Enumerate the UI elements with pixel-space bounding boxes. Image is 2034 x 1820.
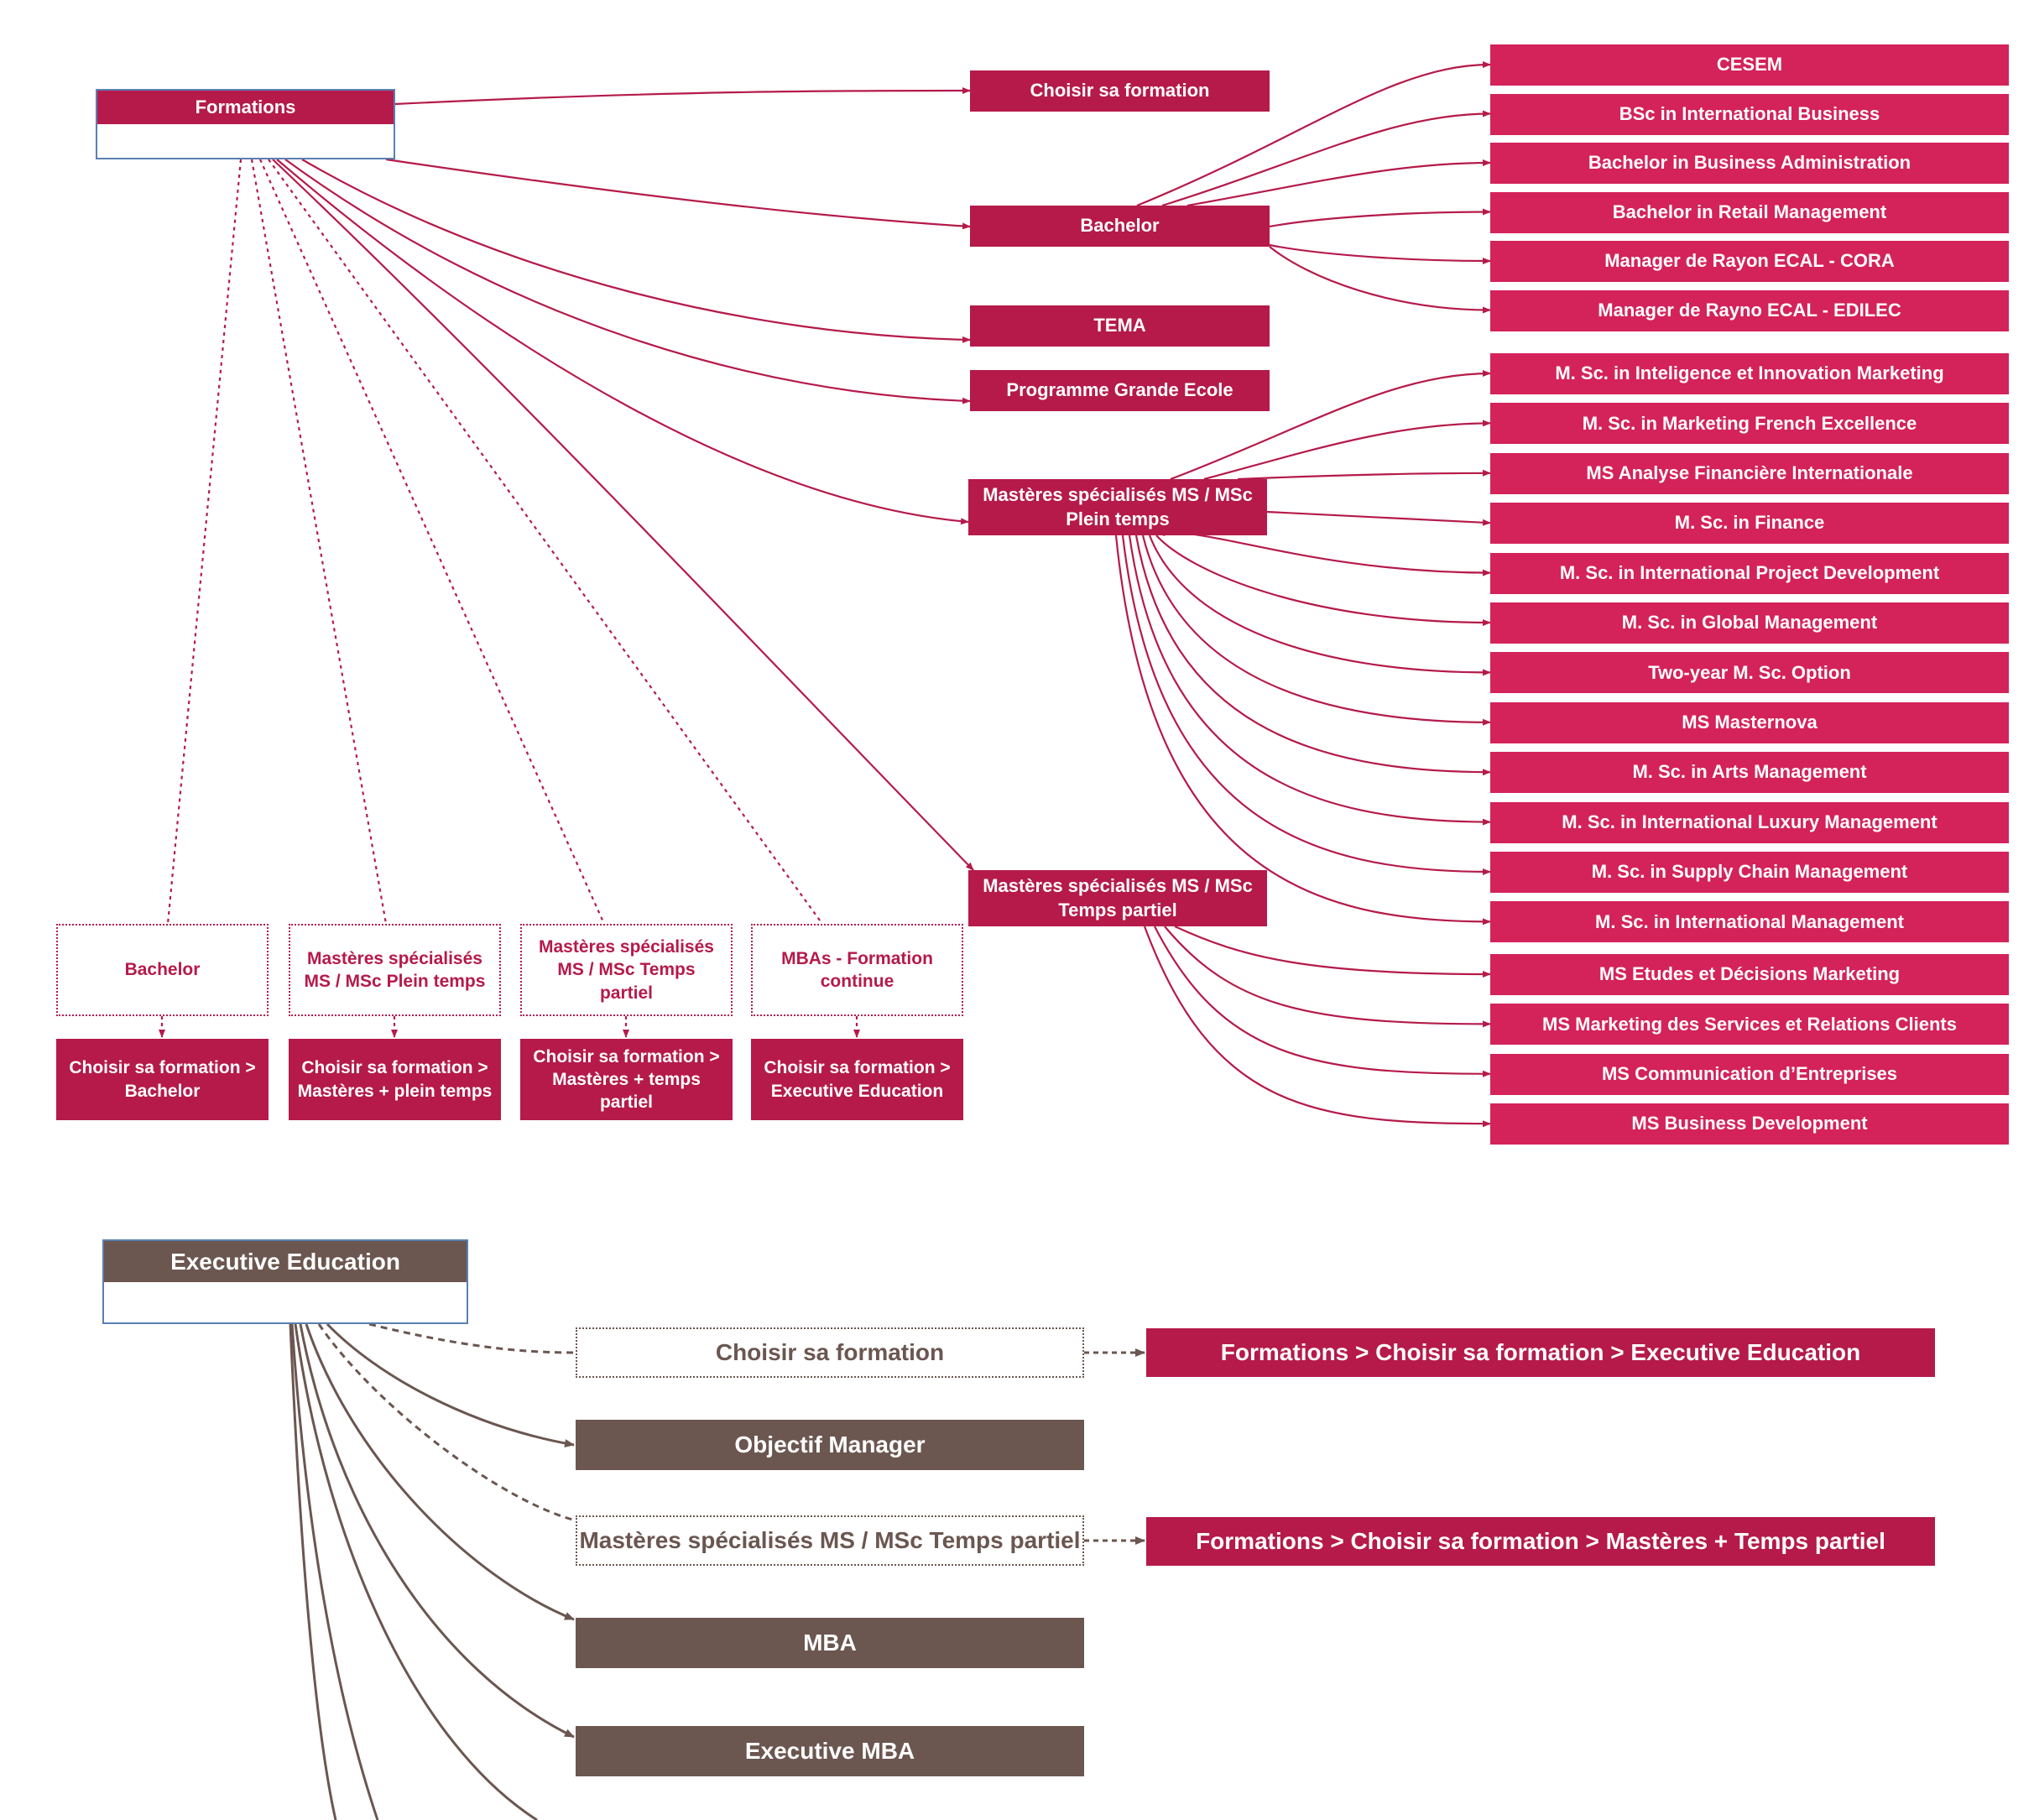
connector-arrow xyxy=(1174,926,1491,978)
bachelor-program-item[interactable]: Manager de Rayon ECAL - CORA xyxy=(1490,241,2009,282)
connector-arrow xyxy=(1141,535,1491,726)
node-ms-plein-temps[interactable]: Mastères spécialisés MS / MSc Plein temp… xyxy=(968,479,1267,535)
ms-temps-partiel-program-item[interactable]: MS Business Development xyxy=(1490,1103,2009,1145)
ms-plein-temps-program-item[interactable]: MS Masternova xyxy=(1490,701,2009,743)
node-ms-plein-temps-line2: Plein temps xyxy=(1066,508,1170,529)
connector-arrow xyxy=(1121,535,1491,875)
connector-arrow xyxy=(284,159,971,404)
executive-root-node[interactable]: Executive Education xyxy=(102,1239,468,1324)
connector-arrow xyxy=(1203,420,1491,481)
connector-arrow xyxy=(305,1323,575,1621)
ms-plein-temps-program-item[interactable]: M. Sc. in International Luxury Managemen… xyxy=(1490,801,2009,843)
connector-arrow xyxy=(1269,246,1491,314)
exec-node-objectif-manager[interactable]: Objectif Manager xyxy=(576,1420,1084,1470)
exec-ref-choisir-sa-formation[interactable]: Choisir sa formation xyxy=(576,1327,1084,1378)
ms-plein-temps-program-item[interactable]: M. Sc. in Inteligence et Innovation Mark… xyxy=(1490,353,2009,394)
connector-arrow xyxy=(1266,510,1491,526)
connector-arrow xyxy=(1269,208,1491,228)
ms-plein-temps-program-item[interactable]: M. Sc. in Marketing French Excellence xyxy=(1490,403,2009,445)
connector-dotted xyxy=(268,159,823,925)
connector-arrow xyxy=(1162,532,1491,576)
bachelor-program-item[interactable]: Manager de Rayno ECAL - EDILEC xyxy=(1490,289,2009,331)
bachelor-program-item[interactable]: Bachelor in Retail Management xyxy=(1490,191,2009,233)
connector-dashed xyxy=(317,1323,576,1522)
connector-line xyxy=(289,1323,337,1820)
connector-arrow xyxy=(1164,926,1491,1028)
link-target-box[interactable]: Choisir sa formation > Bachelor xyxy=(56,1039,269,1120)
exec-ref-ms-temps-partiel[interactable]: Mastères spécialisés MS / MSc Temps part… xyxy=(576,1515,1084,1566)
bachelor-program-item[interactable]: Bachelor in Business Administration xyxy=(1490,143,2009,184)
connector-arrow xyxy=(1269,243,1491,264)
connector-arrow xyxy=(1155,535,1491,626)
formations-root-node[interactable]: Formations xyxy=(96,89,395,159)
connector-arrow xyxy=(276,159,969,525)
exec-target-masteres-temps-partiel[interactable]: Formations > Choisir sa formation > Mast… xyxy=(1146,1517,1935,1566)
connector-dotted xyxy=(166,159,243,925)
connector-arrow xyxy=(385,158,971,230)
connector-arrow xyxy=(299,1323,575,1739)
ms-temps-partiel-program-item[interactable]: MS Communication d’Entreprises xyxy=(1490,1053,2009,1095)
node-ms-temps-partiel[interactable]: Mastères spécialisés MS / MSc Temps part… xyxy=(968,870,1267,926)
ms-plein-temps-program-item[interactable]: MS Analyse Financière Internationale xyxy=(1490,452,2009,494)
exec-node-executive-mba[interactable]: Executive MBA xyxy=(576,1726,1084,1776)
ms-plein-temps-program-item[interactable]: M. Sc. in Supply Chain Management xyxy=(1490,852,2009,893)
node-bachelor[interactable]: Bachelor xyxy=(970,206,1270,247)
ms-temps-partiel-program-item[interactable]: MS Marketing des Services et Relations C… xyxy=(1490,1004,2009,1046)
link-target-box[interactable]: Choisir sa formation > Mastères + plein … xyxy=(289,1039,501,1120)
exec-target-executive-education[interactable]: Formations > Choisir sa formation > Exec… xyxy=(1146,1328,1935,1377)
connector-arrow xyxy=(1128,535,1491,826)
link-ref-box[interactable]: Mastères spécialisés MS / MSc Plein temp… xyxy=(289,924,501,1016)
ms-plein-temps-program-item[interactable]: M. Sc. in International Management xyxy=(1490,901,2009,943)
ms-plein-temps-program-item[interactable]: M. Sc. in Global Management xyxy=(1490,602,2009,644)
connector-dashed xyxy=(368,1322,576,1354)
connector-arrow xyxy=(394,87,971,106)
link-ref-box[interactable]: Mastères spécialisés MS / MSc Temps part… xyxy=(520,924,733,1016)
connector-dotted xyxy=(250,159,388,925)
bachelor-program-item[interactable]: CESEM xyxy=(1490,44,2009,86)
exec-node-mba[interactable]: MBA xyxy=(576,1618,1084,1668)
connector-arrow xyxy=(326,1322,575,1447)
connector-arrow xyxy=(1148,535,1491,676)
bachelor-program-item[interactable]: BSc in International Business xyxy=(1490,93,2009,135)
connector-arrow xyxy=(1154,926,1491,1077)
connector-dotted xyxy=(258,159,606,925)
ms-temps-partiel-program-item[interactable]: MS Etudes et Décisions Marketing xyxy=(1490,954,2009,995)
node-ms-temps-partiel-line1: Mastères spécialisés MS / MSc xyxy=(983,874,1253,896)
link-target-box[interactable]: Choisir sa formation > Executive Educati… xyxy=(751,1039,963,1120)
connector-arrow xyxy=(301,159,971,343)
ms-plein-temps-program-item[interactable]: M. Sc. in Finance xyxy=(1490,503,2009,545)
connector-arrow xyxy=(272,159,974,871)
ms-plein-temps-program-item[interactable]: M. Sc. in International Project Developm… xyxy=(1490,552,2009,594)
connector-arrow xyxy=(1161,110,1491,207)
ms-plein-temps-program-item[interactable]: Two-year M. Sc. Option xyxy=(1490,652,2009,694)
connector-arrow xyxy=(1134,535,1491,776)
connector-arrow xyxy=(1237,469,1491,481)
link-target-box[interactable]: Choisir sa formation > Mastères + temps … xyxy=(520,1039,733,1120)
connector-line xyxy=(294,1323,538,1820)
formations-root-label: Formations xyxy=(97,91,394,124)
ms-plein-temps-program-item[interactable]: M. Sc. in Arts Management xyxy=(1490,752,2009,794)
node-programme-grande-ecole[interactable]: Programme Grande Ecole xyxy=(970,370,1270,411)
connector-arrow xyxy=(1114,535,1491,926)
node-ms-plein-temps-line1: Mastères spécialisés MS / MSc xyxy=(983,483,1253,505)
link-ref-box[interactable]: MBAs - Formation continue xyxy=(751,924,963,1016)
connector-line xyxy=(290,1323,379,1820)
connector-arrow xyxy=(1143,926,1491,1128)
executive-root-label: Executive Education xyxy=(104,1241,467,1282)
connector-arrow xyxy=(1186,159,1491,207)
node-choisir-sa-formation[interactable]: Choisir sa formation xyxy=(970,70,1270,112)
link-ref-box[interactable]: Bachelor xyxy=(56,924,269,1016)
node-tema[interactable]: TEMA xyxy=(970,305,1270,347)
node-ms-temps-partiel-line2: Temps partiel xyxy=(1058,899,1177,920)
